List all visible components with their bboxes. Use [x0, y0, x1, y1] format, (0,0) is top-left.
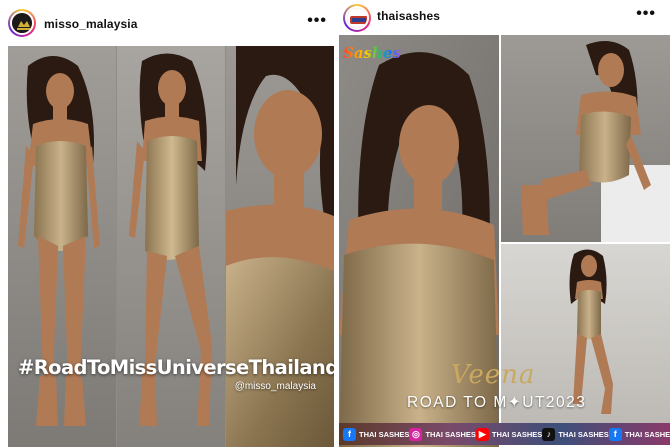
- avatar-image: [345, 6, 369, 30]
- hashtag-caption: #RoadToMissUniverseThailand2023: [18, 356, 334, 379]
- post-image: Sashes Veena ROAD TO M✦UT2023 f THAI SAS…: [339, 35, 670, 447]
- model-name: Veena: [451, 360, 536, 390]
- social-label: THAI SASHES: [558, 429, 609, 439]
- username[interactable]: thaisashes: [377, 9, 440, 23]
- facebook-icon: f: [343, 427, 356, 441]
- username[interactable]: misso_malaysia: [44, 17, 137, 31]
- youtube-icon: ▶: [475, 427, 489, 441]
- avatar[interactable]: [343, 4, 371, 32]
- social-item: fTHAI SASHES: [343, 427, 410, 441]
- post-thaisashes: thaisashes ••• Sashes Veena ROAD TO M✦UT…: [339, 0, 670, 447]
- avatar[interactable]: [8, 9, 36, 37]
- instagram-icon: ◎: [409, 427, 423, 441]
- model-photo-2: [117, 46, 225, 447]
- social-label: THAI SASHES: [359, 429, 410, 439]
- social-item: ◎ THAI SASHES: [409, 427, 476, 441]
- social-item: ♪ THAI SASHES: [542, 427, 609, 441]
- social-item: fTHAI SASHES: [608, 427, 670, 441]
- social-bar: f THAI SASHES ◎ THAI SASHES ▶ THAI SASHES ♪ THA…: [339, 423, 670, 445]
- more-horizontal-icon[interactable]: •••: [636, 5, 656, 23]
- post-image: #RoadToMissUniverseThailand2023 @misso_m…: [8, 46, 334, 447]
- model-photo-seated: [501, 35, 670, 242]
- road-title: ROAD TO M✦UT2023: [407, 394, 587, 411]
- social-label: THAI SASHES: [425, 429, 476, 439]
- social-item: ▶ THAI SASHES: [475, 427, 543, 441]
- social-label: THAI SASHES: [624, 429, 670, 439]
- avatar-image: [10, 11, 34, 35]
- more-horizontal-icon[interactable]: •••: [307, 12, 327, 30]
- post-misso-malaysia: misso_malaysia ••• #RoadToMissUniverseTh…: [0, 0, 335, 447]
- post-header: misso_malaysia •••: [0, 0, 335, 46]
- thaisashes-logo: Sashes: [343, 44, 401, 62]
- social-label: THAI SASHES: [491, 429, 543, 439]
- facebook-icon: f: [608, 427, 622, 441]
- model-photo-1: [8, 46, 116, 447]
- tiktok-icon: ♪: [542, 427, 556, 441]
- watermark: @misso_malaysia: [234, 381, 316, 392]
